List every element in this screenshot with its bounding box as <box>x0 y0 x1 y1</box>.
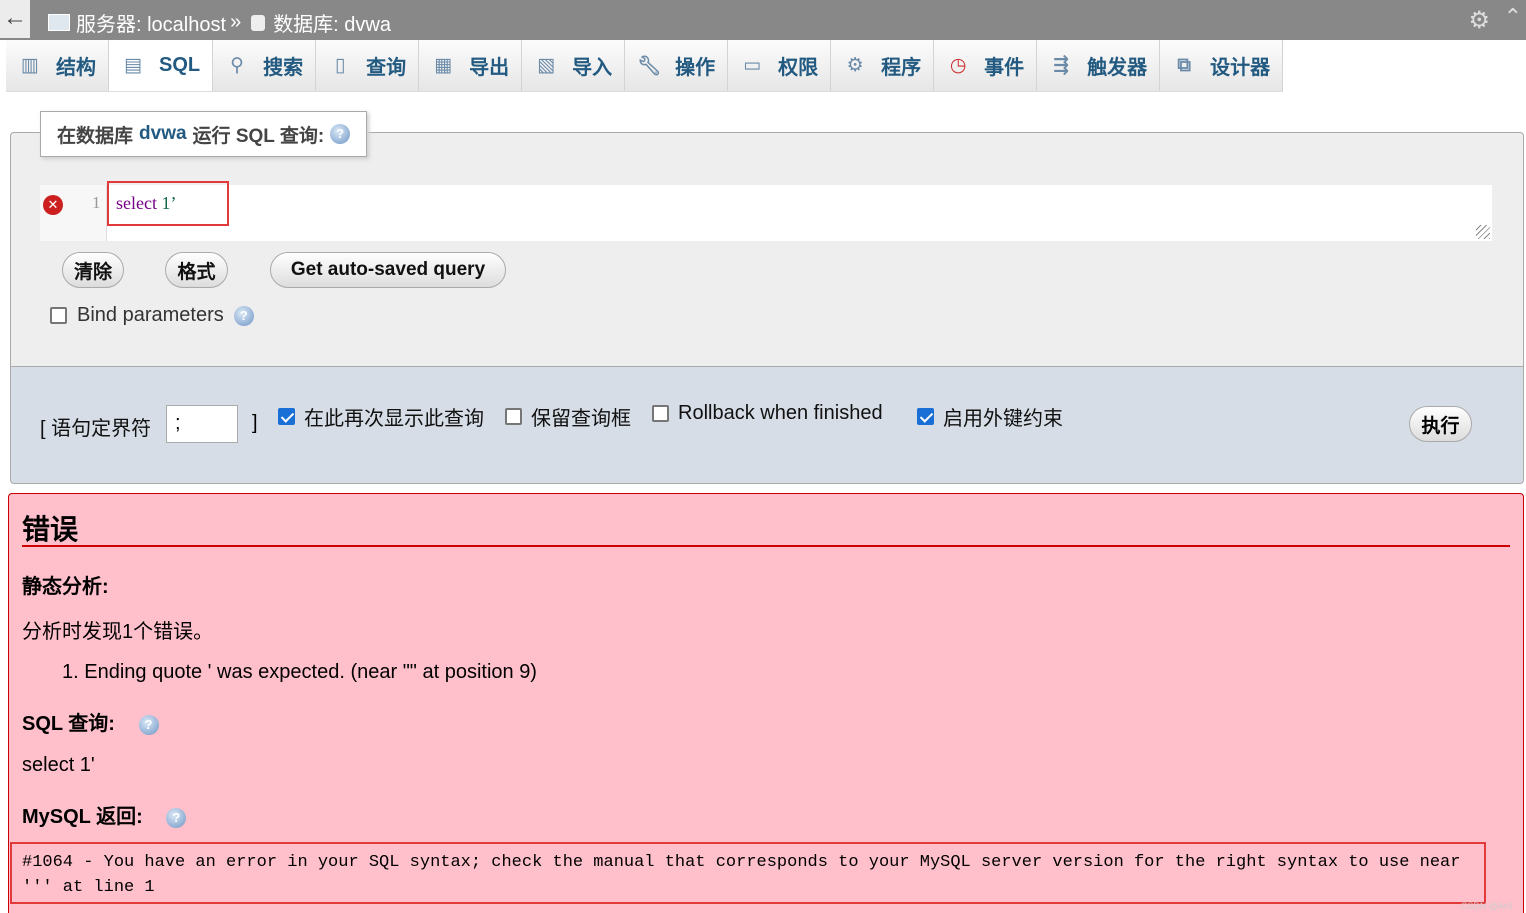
retain-query-box-label: 保留查询框 <box>531 408 631 430</box>
server-icon <box>48 14 70 31</box>
highlight-box <box>107 181 229 226</box>
rollback-label: Rollback when finished <box>678 402 883 424</box>
tab-export[interactable]: ▦ 导出 <box>419 40 523 91</box>
breadcrumb-separator: » <box>230 11 242 33</box>
analysis-error-item: 1. Ending quote ' was expected. (near ""… <box>62 661 537 683</box>
error-title-rule <box>22 545 1510 547</box>
tab-triggers[interactable]: ⇶ 触发器 <box>1037 40 1161 91</box>
arrow-left-icon[interactable]: ← <box>0 0 30 38</box>
format-button[interactable]: 格式 <box>165 252 228 288</box>
go-button[interactable]: 执行 <box>1409 406 1472 442</box>
query-icon: ▯ <box>334 55 346 76</box>
sql-query-label-text: SQL 查询: <box>22 713 115 735</box>
tab-label: 搜索 <box>263 57 304 79</box>
tab-sql[interactable]: ▤ SQL <box>109 40 214 91</box>
sql-query-legend: 在数据库 dvwa 运行 SQL 查询: ? <box>40 111 368 157</box>
get-auto-saved-query-button[interactable]: Get auto-saved query <box>270 252 506 288</box>
breadcrumb-server[interactable]: 服务器: localhost <box>76 8 226 37</box>
tab-label: 程序 <box>881 57 922 79</box>
tab-designer[interactable]: ⧉ 设计器 <box>1160 40 1284 91</box>
tab-label: 事件 <box>984 57 1025 79</box>
breadcrumb-bar: ← 服务器: localhost » 数据库: dvwa ⚙ ⌃ <box>0 0 1526 40</box>
legend-database: dvwa <box>139 123 187 144</box>
show-query-again-label: 在此再次显示此查询 <box>304 408 484 430</box>
tab-query[interactable]: ▯ 查询 <box>316 40 420 91</box>
tab-bar: ▥ 结构 ▤ SQL ⚲ 搜索 ▯ 查询 ▦ 导出 ▧ 导入 🔧︎ 操作 ▭ 权限 ⚙ 程序 ◷ 事… <box>6 40 1284 92</box>
delimiter-label: [ 语句定界符 <box>40 418 152 440</box>
clock-icon: ◷ <box>949 55 967 76</box>
wrench-icon: 🔧︎ <box>637 55 662 77</box>
editor-gutter: ✕ 1 <box>40 185 107 241</box>
rollback-option[interactable]: Rollback when finished <box>652 402 883 425</box>
highlight-box <box>10 842 1486 904</box>
line-number: 1 <box>92 193 101 212</box>
tab-operations[interactable]: 🔧︎ 操作 <box>625 40 729 91</box>
error-marker-icon: ✕ <box>43 195 63 215</box>
legend-suffix: 运行 SQL 查询: <box>192 125 325 147</box>
sql-query-label: SQL 查询: ? <box>22 707 159 736</box>
tab-label: 导出 <box>469 57 510 79</box>
tab-label: 权限 <box>778 57 819 79</box>
tab-label: 导入 <box>572 57 613 79</box>
error-title: 错误 <box>22 514 79 545</box>
structure-icon: ▥ <box>21 55 39 76</box>
tab-privileges[interactable]: ▭ 权限 <box>728 40 832 91</box>
resize-handle[interactable] <box>1476 225 1490 239</box>
analysis-found-text: 分析时发现1个错误。 <box>22 621 214 643</box>
delimiter-close: ] <box>252 412 258 434</box>
tab-label: 操作 <box>675 57 716 79</box>
retain-query-box-option[interactable]: 保留查询框 <box>505 402 631 431</box>
mysql-said-label-text: MySQL 返回: <box>22 806 143 828</box>
tab-structure[interactable]: ▥ 结构 <box>6 40 109 91</box>
sql-query-text: select 1' <box>22 754 95 776</box>
help-icon[interactable]: ? <box>166 807 187 828</box>
tab-routines[interactable]: ⚙ 程序 <box>831 40 935 91</box>
export-icon: ▦ <box>434 55 453 76</box>
database-icon <box>251 14 266 31</box>
tab-import[interactable]: ▧ 导入 <box>522 40 626 91</box>
tab-label: 触发器 <box>1087 57 1148 79</box>
breadcrumb: 服务器: localhost » 数据库: dvwa <box>48 8 391 37</box>
tab-label: 设计器 <box>1210 57 1271 79</box>
tab-events[interactable]: ◷ 事件 <box>934 40 1038 91</box>
show-query-again-checkbox[interactable] <box>278 408 295 425</box>
breadcrumb-database[interactable]: 数据库: dvwa <box>273 8 391 37</box>
static-analysis-label: 静态分析: <box>22 576 109 598</box>
sql-icon: ▤ <box>124 55 142 76</box>
routines-icon: ⚙ <box>846 55 864 76</box>
clear-button[interactable]: 清除 <box>62 252 124 288</box>
tab-search[interactable]: ⚲ 搜索 <box>213 40 317 91</box>
help-icon[interactable]: ? <box>233 305 254 326</box>
help-icon[interactable]: ? <box>330 124 351 144</box>
import-icon: ▧ <box>537 55 556 76</box>
foreign-key-checks-checkbox[interactable] <box>917 408 934 425</box>
triggers-icon: ⇶ <box>1053 55 1070 76</box>
privileges-icon: ▭ <box>743 55 762 76</box>
collapse-icon[interactable]: ⌃ <box>1504 4 1522 30</box>
search-icon: ⚲ <box>230 55 245 76</box>
gear-icon[interactable]: ⚙ <box>1468 6 1490 35</box>
designer-icon: ⧉ <box>1177 54 1191 76</box>
sql-query-fieldset <box>10 132 1524 367</box>
bind-parameters-label: Bind parameters <box>77 304 224 326</box>
tab-label: 结构 <box>56 57 96 79</box>
tab-label: SQL <box>159 54 201 76</box>
legend-prefix: 在数据库 <box>57 125 134 147</box>
foreign-key-checks-option[interactable]: 启用外键约束 <box>917 402 1063 431</box>
sql-editor[interactable]: ✕ 1 select 1’ <box>40 185 1492 241</box>
watermark: CSDN @Ar0 <box>1460 901 1512 911</box>
bind-parameters-option[interactable]: Bind parameters ? <box>50 304 254 327</box>
bind-parameters-checkbox[interactable] <box>50 307 67 324</box>
delimiter-input[interactable]: ; <box>166 405 238 443</box>
mysql-said-label: MySQL 返回: ? <box>22 800 187 829</box>
foreign-key-checks-label: 启用外键约束 <box>943 408 1063 430</box>
tab-label: 查询 <box>366 57 407 79</box>
help-icon[interactable]: ? <box>138 714 159 735</box>
show-query-again-option[interactable]: 在此再次显示此查询 <box>278 402 484 431</box>
retain-query-box-checkbox[interactable] <box>505 408 522 425</box>
rollback-checkbox[interactable] <box>652 405 669 422</box>
